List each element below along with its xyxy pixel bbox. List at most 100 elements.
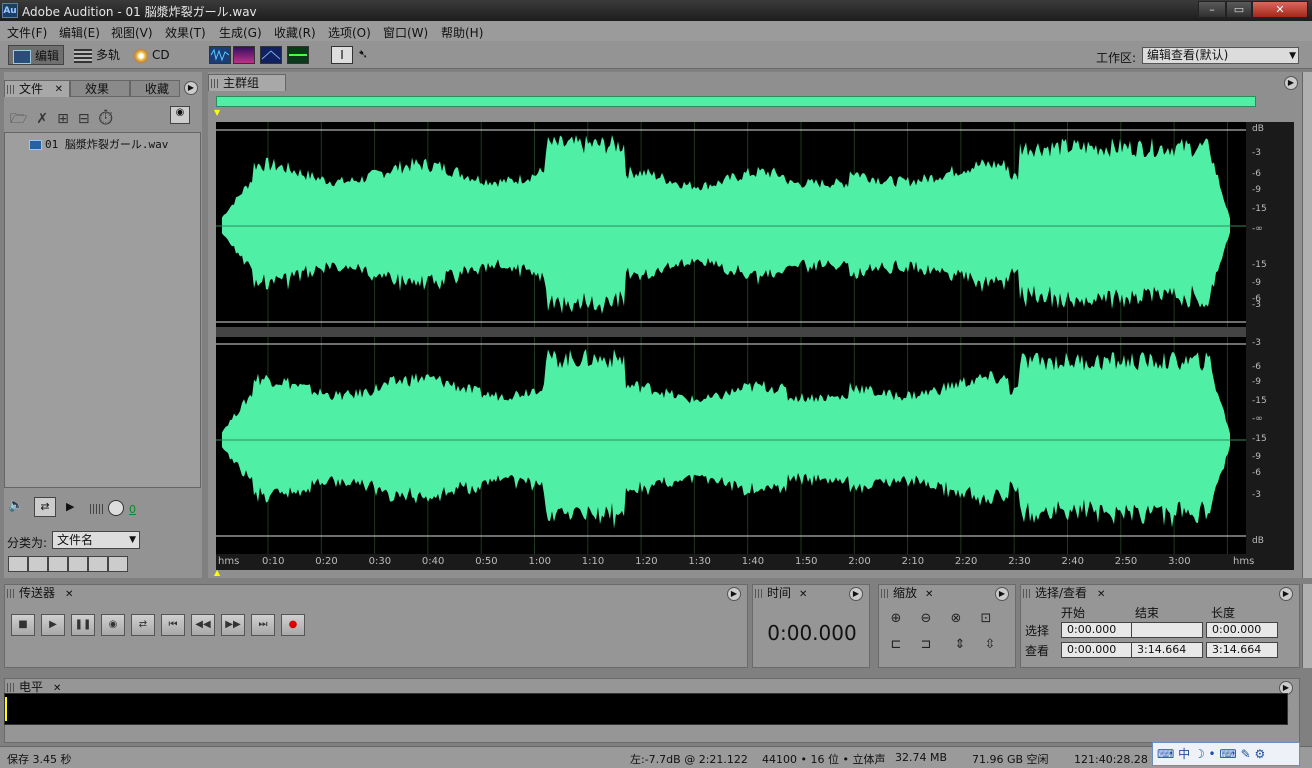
- play-to-end-button[interactable]: ◉: [101, 614, 125, 636]
- menu-file[interactable]: 文件(F): [7, 24, 47, 41]
- panel-menu-icon[interactable]: ▶: [184, 81, 198, 95]
- minimize-button[interactable]: –: [1198, 1, 1226, 18]
- maximize-button[interactable]: ▭: [1226, 1, 1252, 18]
- edit-view-button[interactable]: 编辑: [8, 45, 65, 65]
- pause-button[interactable]: ❚❚: [71, 614, 95, 636]
- close-tab-icon[interactable]: ✕: [799, 589, 807, 600]
- vertical-scrollbar[interactable]: [1302, 584, 1312, 668]
- panel-menu-icon[interactable]: ▶: [995, 587, 1009, 601]
- start-marker-icon[interactable]: ▼: [214, 109, 222, 117]
- close-tab-icon[interactable]: ✕: [65, 589, 73, 600]
- go-to-start-button[interactable]: ⏮: [161, 614, 185, 636]
- time-tick-label: 0:50: [475, 556, 498, 567]
- column-start-label: 开始: [1061, 606, 1086, 620]
- view-end-field[interactable]: 3:14.664: [1131, 642, 1203, 658]
- phase-display-button[interactable]: [287, 46, 309, 64]
- stop-button[interactable]: ■: [11, 614, 35, 636]
- open-file-icon[interactable]: 🗁: [10, 111, 36, 127]
- volume-icon[interactable]: 🔈: [8, 498, 30, 513]
- db-label: -3: [1252, 148, 1261, 158]
- panel-menu-icon[interactable]: ▶: [1284, 76, 1298, 90]
- rewind-button[interactable]: ◀◀: [191, 614, 215, 636]
- multitrack-view-button[interactable]: 多轨: [74, 45, 120, 65]
- menu-options[interactable]: 选项(O): [328, 24, 371, 41]
- view-start-field[interactable]: 0:00.000: [1061, 642, 1133, 658]
- view-length-field[interactable]: 3:14.664: [1206, 642, 1278, 658]
- tab-favorites[interactable]: 收藏夹: [130, 80, 180, 97]
- tab-files[interactable]: 文件 ✕: [4, 80, 70, 97]
- vertical-scrollbar[interactable]: [1302, 72, 1312, 578]
- row-select-label: 选择: [1025, 624, 1050, 638]
- insert-multitrack-icon[interactable]: ⊞: [57, 111, 78, 127]
- close-tab-icon[interactable]: ✕: [55, 81, 63, 98]
- waveform-display-button[interactable]: [209, 46, 231, 64]
- volume-knob[interactable]: [108, 500, 124, 516]
- zoom-selection-button[interactable]: ⊡: [975, 609, 997, 629]
- loop-preview-button[interactable]: ⇄: [34, 497, 56, 517]
- menu-effects[interactable]: 效果(T): [165, 24, 206, 41]
- menu-favorites[interactable]: 收藏(R): [274, 24, 316, 41]
- zoom-right-edge-button[interactable]: ⊐: [915, 635, 937, 655]
- menu-window[interactable]: 窗口(W): [383, 24, 428, 41]
- ime-mode-label: 中: [1178, 747, 1191, 761]
- go-to-end-button[interactable]: ⏭: [251, 614, 275, 636]
- preview-toggle-icon[interactable]: ◉: [170, 106, 190, 124]
- ime-toolbar[interactable]: ⌨ 中 ☽ • ⌨ ✎ ⚙: [1152, 742, 1300, 766]
- menu-edit[interactable]: 编辑(E): [59, 24, 100, 41]
- loop-button[interactable]: ⇄: [131, 614, 155, 636]
- show-loops-icon[interactable]: [28, 556, 48, 572]
- select-start-field[interactable]: 0:00.000: [1061, 622, 1133, 638]
- cue-icon[interactable]: [108, 556, 128, 572]
- list-item[interactable]: 01 脳漿炸裂ガール.wav: [29, 136, 168, 152]
- record-button[interactable]: ●: [281, 614, 305, 636]
- cd-icon: [134, 48, 148, 63]
- fast-forward-button[interactable]: ▶▶: [221, 614, 245, 636]
- audition-app-icon: Au: [2, 3, 18, 18]
- zoom-in-vertical-button[interactable]: ⇕: [949, 635, 971, 655]
- overview-range-bar[interactable]: [216, 96, 1256, 107]
- zoom-full-button[interactable]: ⊗: [945, 609, 967, 629]
- menu-generate[interactable]: 生成(G): [219, 24, 262, 41]
- panel-menu-icon[interactable]: ▶: [849, 587, 863, 601]
- zoom-in-horizontal-button[interactable]: ⊕: [885, 609, 907, 629]
- play-preview-icon[interactable]: ▶: [66, 500, 74, 513]
- time-tick-label: hms: [1233, 556, 1255, 567]
- close-button[interactable]: ✕: [1252, 1, 1308, 18]
- full-path-icon[interactable]: [88, 556, 108, 572]
- show-midi-icon[interactable]: [68, 556, 88, 572]
- zoom-out-vertical-button[interactable]: ⇳: [979, 635, 1001, 655]
- workspace-select[interactable]: 编辑查看(默认) ▼: [1142, 47, 1299, 64]
- sort-select[interactable]: 文件名 ▼: [52, 531, 140, 549]
- level-value[interactable]: 0: [129, 503, 136, 516]
- menu-help[interactable]: 帮助(H): [441, 24, 483, 41]
- close-file-icon[interactable]: ✗: [36, 111, 57, 127]
- status-bar: 保存 3.45 秒 左:-7.7dB @ 2:21.122 44100 • 16…: [0, 746, 1312, 768]
- tab-main-group[interactable]: 主群组: [208, 74, 286, 91]
- cd-view-button[interactable]: CD: [134, 45, 170, 65]
- play-button[interactable]: ▶: [41, 614, 65, 636]
- edit-file-icon[interactable]: ⏱: [99, 111, 122, 127]
- select-end-field[interactable]: [1131, 622, 1203, 638]
- select-length-field[interactable]: 0:00.000: [1206, 622, 1278, 638]
- zoom-left-edge-button[interactable]: ⊏: [885, 635, 907, 655]
- spectral-display-button[interactable]: [233, 46, 255, 64]
- panel-menu-icon[interactable]: ▶: [727, 587, 741, 601]
- waveform-display[interactable]: [216, 122, 1246, 554]
- db-label: -9: [1252, 452, 1261, 462]
- tab-effects[interactable]: 效果: [70, 80, 130, 97]
- time-ruler[interactable]: hms 0:10 0:20 0:30 0:40 0:50 1:00 1:10 1:20 1:30 1…: [216, 554, 1294, 570]
- zoom-out-horizontal-button[interactable]: ⊖: [915, 609, 937, 629]
- close-tab-icon[interactable]: ✕: [1097, 589, 1105, 600]
- time-selection-tool[interactable]: I: [331, 46, 353, 64]
- insert-cd-icon[interactable]: ⊟: [78, 111, 99, 127]
- pan-display-button[interactable]: [260, 46, 282, 64]
- show-audio-icon[interactable]: [8, 556, 28, 572]
- close-tab-icon[interactable]: ✕: [925, 589, 933, 600]
- skip-end-icon: ⏭: [258, 619, 268, 630]
- tab-files-label: 文件: [19, 82, 44, 96]
- panel-menu-icon[interactable]: ▶: [1279, 587, 1293, 601]
- marquee-tool[interactable]: ➷: [358, 46, 380, 64]
- playhead-marker-icon[interactable]: ▲: [214, 568, 220, 577]
- show-video-icon[interactable]: [48, 556, 68, 572]
- menu-view[interactable]: 视图(V): [111, 24, 153, 41]
